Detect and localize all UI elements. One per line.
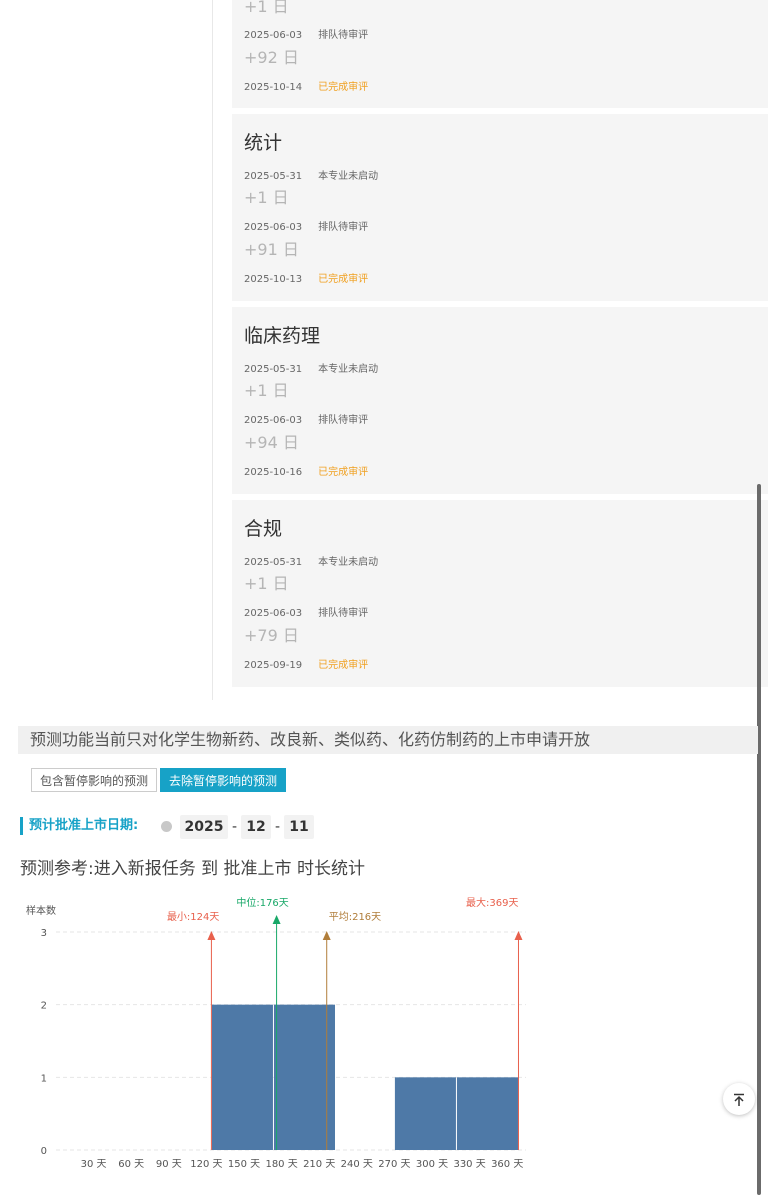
y-axis-label: 样本数 [26, 904, 56, 917]
queued-date: 2025-06-03 [244, 415, 303, 426]
start-status: 本专业未启动 [318, 557, 379, 568]
x-tick-label: 240 天 [341, 1159, 373, 1170]
done-status: 已完成审评 [318, 467, 369, 478]
x-tick-label: 30 天 [81, 1159, 107, 1170]
histogram-bar [456, 1077, 518, 1150]
x-tick-label: 180 天 [265, 1159, 297, 1170]
x-tick-label: 330 天 [453, 1159, 485, 1170]
predicted-year: 2025 [180, 815, 228, 839]
start-date: 2025-05-31 [244, 364, 303, 375]
queued-row: 2025-06-03 排队待审评 [244, 26, 368, 41]
y-tick-label: 0 [41, 1146, 47, 1157]
start-date: 2025-05-31 [244, 171, 303, 182]
marker-label: 中位:176天 [236, 896, 288, 909]
delta-days: +79 日 [244, 626, 299, 645]
done-date: 2025-10-16 [244, 467, 303, 478]
delta-days: +1 日 [244, 0, 289, 16]
scrollbar[interactable] [757, 484, 761, 1195]
done-row: 2025-10-16 已完成审评 [244, 463, 368, 478]
date-separator: - [275, 819, 281, 835]
done-date: 2025-09-19 [244, 660, 303, 671]
queued-status: 排队待审评 [318, 608, 369, 619]
histogram-bar [273, 1004, 335, 1150]
y-tick-label: 1 [41, 1073, 47, 1084]
start-date: 2025-05-31 [244, 557, 303, 568]
histogram-bar [211, 1004, 273, 1150]
prediction-notice: 预测功能当前只对化学生物新药、改良新、类似药、化药仿制药的上市申请开放 [18, 726, 758, 754]
review-card-partial: +1 日 2025-06-03 排队待审评 +92 日 2025-10-14 已完成… [232, 0, 768, 108]
y-tick-label: 2 [41, 1001, 47, 1012]
done-row: 2025-10-14 已完成审评 [244, 78, 368, 93]
review-card-clinical-pharmacology: 临床药理 2025-05-31 本专业未启动 +1 日 2025-06-03 排队待… [232, 307, 768, 494]
timeline-divider [212, 0, 213, 700]
reference-title: 预测参考:进入新报任务 到 批准上市 时长统计 [20, 859, 365, 879]
done-date: 2025-10-14 [244, 82, 303, 93]
queued-date: 2025-06-03 [244, 222, 303, 233]
histogram-bar [394, 1077, 456, 1150]
done-status: 已完成审评 [318, 82, 369, 93]
queued-row: 2025-06-03 排队待审评 [244, 411, 368, 426]
include-pause-toggle[interactable]: 包含暂停影响的预测 [31, 768, 158, 792]
back-to-top-button[interactable] [723, 1083, 755, 1115]
delta-days: +91 日 [244, 240, 299, 259]
queued-row: 2025-06-03 排队待审评 [244, 218, 368, 233]
exclude-pause-toggle[interactable]: 去除暂停影响的预测 [160, 768, 287, 792]
done-status: 已完成审评 [318, 660, 369, 671]
marker-label: 平均:216天 [329, 911, 381, 923]
card-title: 合规 [244, 518, 283, 540]
delta-days: +1 日 [244, 188, 289, 207]
start-row: 2025-05-31 本专业未启动 [244, 360, 378, 375]
queued-status: 排队待审评 [318, 415, 369, 426]
queued-date: 2025-06-03 [244, 30, 303, 41]
start-status: 本专业未启动 [318, 364, 379, 375]
predicted-date-label: 预计批准上市日期: [20, 817, 138, 835]
done-date: 2025-10-13 [244, 274, 303, 285]
done-row: 2025-09-19 已完成审评 [244, 656, 368, 671]
duration-histogram: 样本数012330 天 60 天 90 天 120 天 150 天 180 天 210 天2… [26, 896, 526, 1170]
date-separator: - [232, 819, 238, 835]
predicted-day: 11 [284, 815, 314, 839]
queued-status: 排队待审评 [318, 222, 369, 233]
card-title: 统计 [244, 132, 283, 154]
x-tick-label: 120 天 [190, 1159, 222, 1170]
review-card-compliance: 合规 2025-05-31 本专业未启动 +1 日 2025-06-03 排队待审评… [232, 500, 768, 687]
marker-arrow [272, 915, 281, 924]
queued-status: 排队待审评 [318, 30, 369, 41]
x-tick-label: 60 天 [118, 1159, 144, 1170]
x-tick-label: 150 天 [228, 1159, 260, 1170]
delta-days: +1 日 [244, 381, 289, 400]
review-card-statistics: 统计 2025-05-31 本专业未启动 +1 日 2025-06-03 排队待审评… [232, 114, 768, 301]
x-tick-label: 300 天 [416, 1159, 448, 1170]
x-tick-label: 90 天 [156, 1159, 182, 1170]
x-tick-label: 210 天 [303, 1159, 335, 1170]
delta-days: +1 日 [244, 574, 289, 593]
marker-arrow [207, 931, 216, 940]
start-row: 2025-05-31 本专业未启动 [244, 553, 378, 568]
x-tick-label: 270 天 [378, 1159, 410, 1170]
queued-date: 2025-06-03 [244, 608, 303, 619]
predicted-month: 12 [241, 815, 271, 839]
delta-days: +94 日 [244, 433, 299, 452]
start-row: 2025-05-31 本专业未启动 [244, 167, 378, 182]
marker-label: 最大:369天 [466, 896, 518, 909]
marker-label: 最小:124天 [167, 911, 219, 923]
status-dot [161, 821, 172, 832]
done-row: 2025-10-13 已完成审评 [244, 270, 368, 285]
queued-row: 2025-06-03 排队待审评 [244, 604, 368, 619]
delta-days: +92 日 [244, 48, 299, 67]
x-tick-label: 360 天 [491, 1159, 523, 1170]
arrow-up-to-line-icon [734, 1093, 744, 1106]
y-tick-label: 3 [41, 928, 47, 939]
card-title: 临床药理 [244, 325, 321, 347]
done-status: 已完成审评 [318, 274, 369, 285]
start-status: 本专业未启动 [318, 171, 379, 182]
